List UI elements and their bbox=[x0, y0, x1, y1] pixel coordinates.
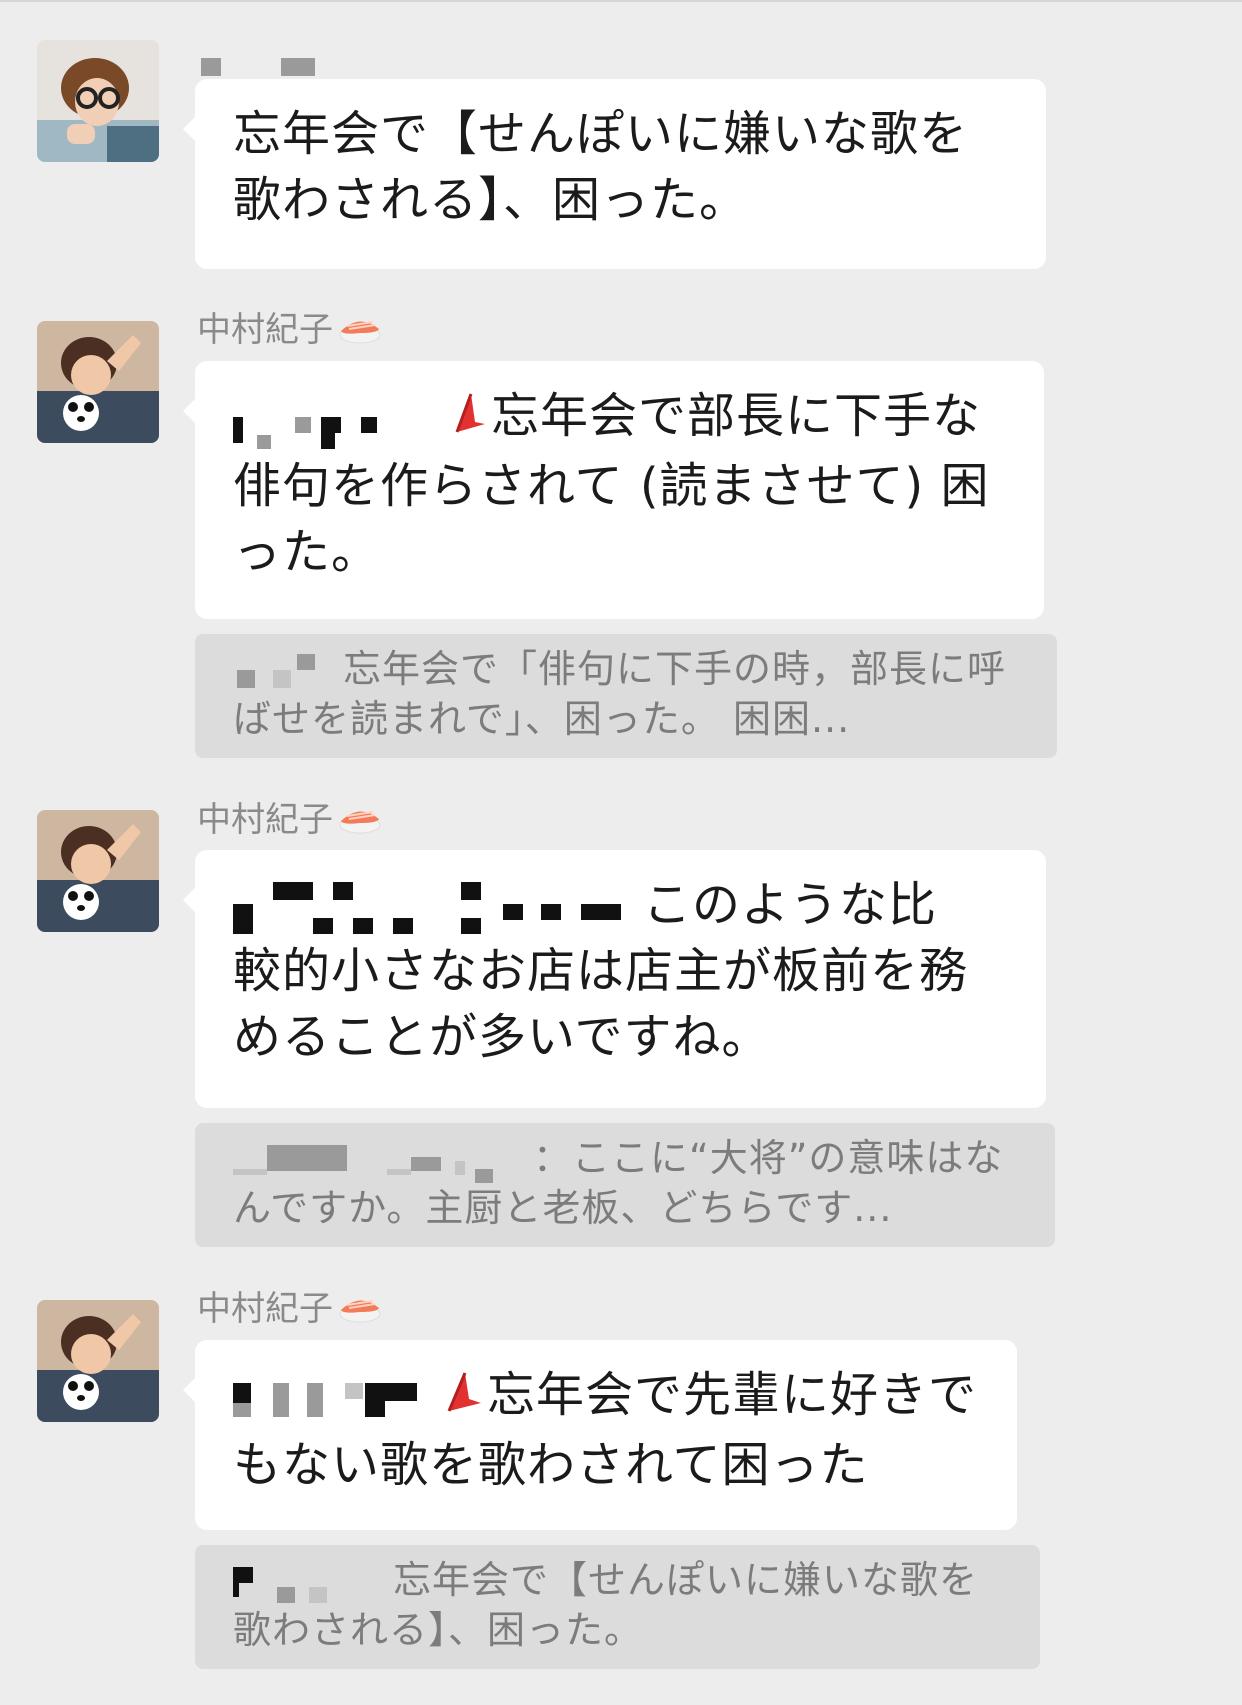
sender-name-text: 中村紀子 bbox=[197, 310, 333, 350]
avatar[interactable] bbox=[37, 810, 159, 932]
mention-redacted bbox=[233, 394, 451, 449]
quoted-sender-redacted bbox=[233, 650, 343, 694]
avatar[interactable] bbox=[37, 321, 159, 443]
message-bubble[interactable]: 忘年会で部長に下手な俳句を作らされて (読まさせて) 困った。 bbox=[183, 361, 1044, 619]
quoted-sender-redacted bbox=[233, 1139, 533, 1183]
sushi-emoji-icon bbox=[337, 309, 383, 354]
avatar[interactable] bbox=[37, 1300, 159, 1422]
avatar[interactable] bbox=[37, 40, 159, 162]
sushi-emoji-icon bbox=[337, 1288, 383, 1333]
message-bubble[interactable]: このような比較的小さなお店は店主が板前を務めることが多いですね。 bbox=[183, 850, 1046, 1108]
top-divider bbox=[0, 0, 1242, 2]
quoted-reply[interactable]: 忘年会で「俳句に下手の時，部長に呼ばせを読まれで」、困った。 困困... bbox=[195, 634, 1057, 758]
mention-redacted bbox=[233, 1373, 443, 1423]
sender-name-text: 中村紀子 bbox=[197, 800, 333, 840]
red-flag-icon bbox=[451, 386, 491, 453]
mention-redacted bbox=[233, 878, 643, 938]
sender-name: 中村紀子 bbox=[197, 309, 383, 354]
message-text-line1: このような比 bbox=[643, 877, 938, 933]
message-text: 忘年会で【せんぽいに嫌いな歌を歌わされる】、困った。 bbox=[233, 106, 969, 228]
quoted-reply[interactable]: 忘年会で【せんぽいに嫌いな歌を歌わされる】、困った。 bbox=[195, 1545, 1040, 1669]
message-text: 較的小さなお店は店主が板前を務めることが多いですね。 bbox=[233, 943, 969, 1065]
sender-name-text: 中村紀子 bbox=[197, 1289, 333, 1329]
message-bubble[interactable]: 忘年会で【せんぽいに嫌いな歌を歌わされる】、困った。 bbox=[183, 79, 1046, 269]
message-bubble[interactable]: 忘年会で先輩に好きでもない歌を歌わされて困った bbox=[183, 1340, 1017, 1530]
red-flag-icon bbox=[443, 1365, 487, 1432]
quoted-sender-redacted bbox=[233, 1561, 393, 1605]
sender-name: 中村紀子 bbox=[197, 799, 383, 844]
quoted-colon: ： bbox=[533, 1136, 573, 1180]
quoted-text: 忘年会で「俳句に下手の時，部長に呼ばせを読まれで」、困った。 困困... bbox=[233, 647, 1007, 741]
sushi-emoji-icon bbox=[337, 799, 383, 844]
quoted-reply[interactable]: ：ここに“大将”の意味はなんですか。主厨と老板、どちらです... bbox=[195, 1123, 1055, 1247]
sender-name: 中村紀子 bbox=[197, 1288, 383, 1333]
